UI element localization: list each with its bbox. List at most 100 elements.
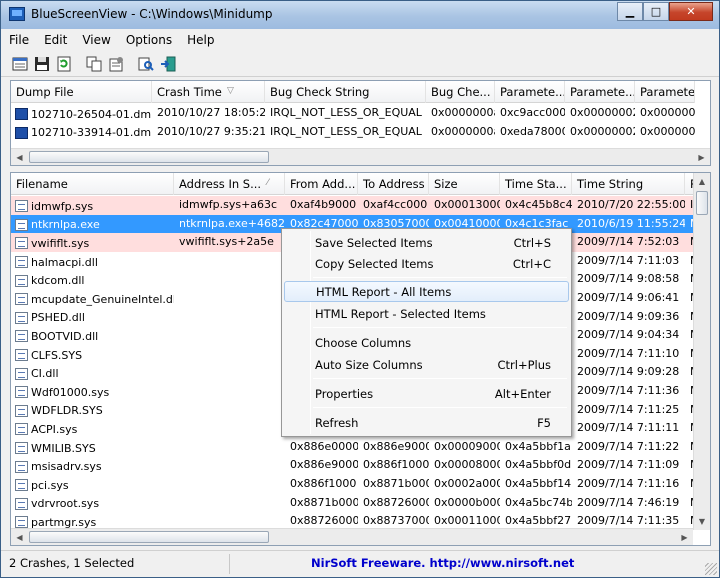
copy-icon xyxy=(86,56,102,71)
module-filename: msisadrv.sys xyxy=(31,460,102,474)
crash-time: 2010/10/27 18:05:28 xyxy=(157,106,265,119)
close-button[interactable]: ✕ xyxy=(669,2,713,21)
crash-bug-check-string: IRQL_NOT_LESS_OR_EQUAL xyxy=(270,106,422,119)
module-time-stamp: 0x4a5bbf1a xyxy=(505,439,571,453)
scroll-right-icon[interactable]: ▶ xyxy=(676,529,693,545)
module-filename: WDFLDR.SYS xyxy=(31,404,103,418)
module-from-address: 0x886e0000 xyxy=(290,439,358,453)
menu-edit[interactable]: Edit xyxy=(36,30,74,50)
menu-choose-columns[interactable]: Choose Columns xyxy=(284,332,569,353)
module-cell-filename: ntkrnlpa.exe xyxy=(11,215,174,234)
maximize-button[interactable]: □ xyxy=(643,2,669,21)
resize-grip-icon[interactable] xyxy=(705,563,717,575)
col-from-address[interactable]: From Add... xyxy=(285,173,358,195)
scroll-left-icon[interactable]: ◀ xyxy=(11,149,28,165)
exit-button[interactable] xyxy=(159,55,177,73)
menu-properties[interactable]: Properties Alt+Enter xyxy=(284,383,569,404)
menu-file[interactable]: File xyxy=(1,30,36,50)
properties-button[interactable] xyxy=(107,55,125,73)
menu-html-report-selected-items[interactable]: HTML Report - Selected Items xyxy=(284,303,569,324)
col-crash-time[interactable]: Crash Time xyxy=(152,81,265,103)
col-time-stamp[interactable]: Time Sta... xyxy=(500,173,572,195)
crash-row[interactable]: 102710-26504-01.dmp 2010/10/27 18:05:28 … xyxy=(11,104,695,123)
module-filename: vwififlt.sys xyxy=(31,236,90,250)
col-bug-check-string[interactable]: Bug Check String xyxy=(265,81,426,103)
module-filename: PSHED.dll xyxy=(31,311,85,325)
module-time-string: 2009/7/14 7:11:11 xyxy=(577,421,680,435)
copy-button[interactable] xyxy=(85,55,103,73)
module-file-icon xyxy=(15,237,28,250)
save-button[interactable] xyxy=(33,55,51,73)
module-size: 0x0000b000 xyxy=(434,495,500,509)
module-row[interactable]: msisadrv.sys 0x886e9000 0x886f1000 0x000080… xyxy=(11,456,694,475)
module-cell-filename: idmwfp.sys xyxy=(11,196,174,215)
module-filename: CLFS.SYS xyxy=(31,348,83,362)
menu-html-report-all-items[interactable]: HTML Report - All Items xyxy=(284,281,569,302)
module-from-address: 0x8871b000 xyxy=(290,495,358,509)
status-divider xyxy=(229,554,230,574)
module-from-address: 0x886e9000 xyxy=(290,458,358,472)
exit-icon xyxy=(161,56,176,71)
menu-options[interactable]: Options xyxy=(118,30,179,50)
menu-auto-size-columns[interactable]: Auto Size Columns Ctrl+Plus xyxy=(284,354,569,375)
col-parameter-2[interactable]: Paramete... xyxy=(565,81,635,103)
menu-help[interactable]: Help xyxy=(179,30,221,50)
crash-parameter-3: 0x00000000 xyxy=(640,106,695,119)
scroll-thumb[interactable] xyxy=(29,151,269,163)
crash-list-hscrollbar[interactable]: ◀ ▶ xyxy=(11,148,710,165)
module-from-address: 0xaf4b9000 xyxy=(290,198,357,211)
minimize-icon: ▁ xyxy=(625,5,635,18)
module-file-icon xyxy=(15,293,28,306)
col-time-string[interactable]: Time String xyxy=(572,173,685,195)
module-row[interactable]: vdrvroot.sys 0x8871b000 0x88726000 0x0000b0… xyxy=(11,494,694,513)
col-to-address[interactable]: To Address xyxy=(358,173,429,195)
crash-row[interactable]: 102710-33914-01.dmp 2010/10/27 9:35:21 I… xyxy=(11,123,695,142)
menu-refresh[interactable]: Refresh F5 xyxy=(284,412,569,433)
crash-list-header: Dump File Crash Time Bug Check String Bu… xyxy=(11,81,695,103)
sort-descending-icon: ▽ xyxy=(227,86,234,96)
module-row[interactable]: idmwfp.sys idmwfp.sys+a63c 0xaf4b9000 0xaf4… xyxy=(11,196,694,215)
menu-copy-selected-items[interactable]: Copy Selected Items Ctrl+C xyxy=(284,253,569,274)
module-cell-filename: mcupdate_GenuineIntel.dll xyxy=(11,289,174,308)
module-list-hscrollbar[interactable]: ◀ ▶ xyxy=(11,528,693,545)
refresh-button[interactable] xyxy=(55,55,73,73)
menu-item-label: Save Selected Items xyxy=(315,235,433,250)
module-cell-filename: WDFLDR.SYS xyxy=(11,401,174,420)
module-list-vscrollbar[interactable]: ▲ ▼ xyxy=(693,173,710,530)
module-address-in-stack xyxy=(174,475,285,494)
scroll-up-icon[interactable]: ▲ xyxy=(694,173,710,190)
crash-bug-check-code: 0x0000000a xyxy=(431,124,495,138)
nirsoft-link[interactable]: NirSoft Freeware. http://www.nirsoft.net xyxy=(311,556,574,570)
scroll-thumb[interactable] xyxy=(29,531,269,543)
module-filename: halmacpi.dll xyxy=(31,255,98,269)
col-filename[interactable]: Filename xyxy=(11,173,174,195)
minimize-button[interactable]: ▁ xyxy=(617,2,643,21)
title-bar[interactable]: BlueScreenView - C:\Windows\Minidump ▁ □… xyxy=(1,1,719,29)
col-size[interactable]: Size xyxy=(429,173,500,195)
crash-parameter-3: 0x00000000 xyxy=(640,124,695,138)
module-address-in-stack xyxy=(174,382,285,401)
save-html-report-button[interactable] xyxy=(11,55,29,73)
find-button[interactable] xyxy=(137,55,155,73)
module-address-in-stack: ntkrnlpa.exe+4682b xyxy=(179,216,285,230)
scroll-left-icon[interactable]: ◀ xyxy=(11,529,28,545)
module-row[interactable]: WMILIB.SYS 0x886e0000 0x886e9000 0x00009000… xyxy=(11,438,694,457)
crash-list[interactable]: Dump File Crash Time Bug Check String Bu… xyxy=(10,80,711,166)
module-filename: CI.dll xyxy=(31,367,59,381)
module-row[interactable]: pci.sys 0x886f1000 0x8871b000 0x0002a000 0x4… xyxy=(11,475,694,494)
col-parameter-1[interactable]: Paramete... xyxy=(495,81,565,103)
menu-save-selected-items[interactable]: Save Selected Items Ctrl+S xyxy=(284,232,569,253)
col-bug-check-code[interactable]: Bug Che... xyxy=(426,81,495,103)
menu-view[interactable]: View xyxy=(74,30,117,50)
module-time-string: 2010/6/19 11:55:24 xyxy=(577,216,685,230)
scroll-thumb[interactable] xyxy=(696,191,708,215)
col-dump-file[interactable]: Dump File xyxy=(11,81,152,103)
module-filename: kdcom.dll xyxy=(31,274,85,288)
col-parameter-3[interactable]: Paramete... xyxy=(635,81,695,103)
module-address-in-stack xyxy=(174,326,285,345)
module-file-icon xyxy=(15,256,28,269)
maximize-icon: □ xyxy=(650,5,662,18)
scroll-right-icon[interactable]: ▶ xyxy=(693,149,710,165)
crash-dump-file: 102710-26504-01.dmp xyxy=(31,107,152,121)
scroll-down-icon[interactable]: ▼ xyxy=(694,513,710,530)
